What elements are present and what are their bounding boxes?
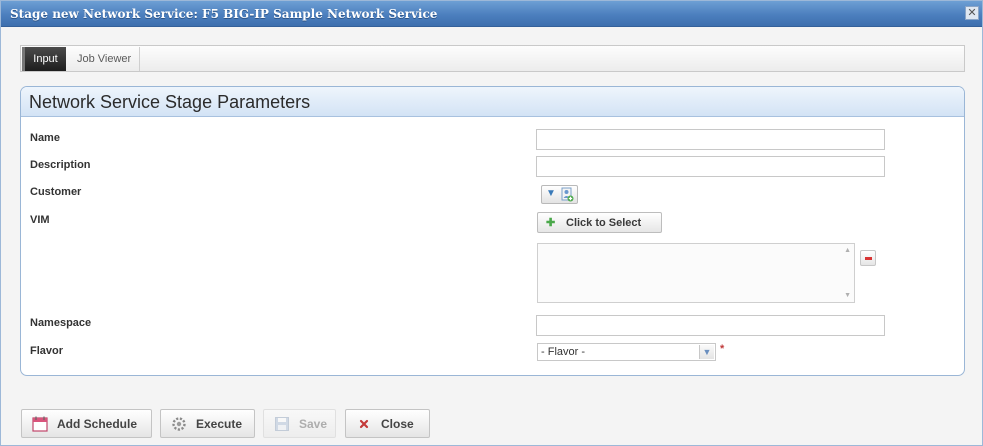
dialog-titlebar: Stage new Network Service: F5 BIG-IP Sam… [1, 1, 982, 27]
execute-label: Execute [196, 417, 243, 431]
close-label: Close [381, 417, 414, 431]
vim-select-label: Click to Select [566, 217, 642, 229]
add-schedule-button[interactable]: Add Schedule [21, 409, 152, 438]
name-input[interactable] [536, 129, 885, 150]
calendar-icon [32, 416, 48, 432]
tab-bar: Input Job Viewer [20, 45, 965, 72]
name-label: Name [30, 132, 60, 144]
dialog-close-icon[interactable]: ✕ [965, 6, 979, 20]
x-icon [359, 419, 369, 429]
disk-icon [275, 417, 289, 431]
gear-icon [172, 417, 186, 431]
description-label: Description [30, 159, 91, 171]
chevron-down-icon[interactable]: ▼ [699, 345, 714, 359]
vim-select-button[interactable]: ✚ Click to Select [537, 212, 662, 233]
flavor-label: Flavor [30, 345, 64, 357]
person-add-icon [561, 187, 574, 202]
stage-dialog: Stage new Network Service: F5 BIG-IP Sam… [0, 0, 983, 446]
customer-label: Customer [30, 186, 82, 198]
scroll-up-icon[interactable]: ▲ [844, 247, 851, 254]
required-marker: * [720, 343, 725, 355]
add-schedule-label: Add Schedule [57, 417, 138, 431]
panel-header: Network Service Stage Parameters [21, 87, 964, 117]
customer-picker-button[interactable]: ▼ [541, 185, 578, 204]
namespace-input[interactable] [536, 315, 885, 336]
tab-job-viewer[interactable]: Job Viewer [69, 47, 141, 71]
close-button[interactable]: Close [345, 409, 430, 438]
plus-icon: ✚ [546, 217, 556, 229]
namespace-label: Namespace [30, 317, 92, 329]
remove-vim-button[interactable] [860, 250, 876, 266]
tab-input[interactable]: Input [22, 47, 66, 71]
vim-selection-list[interactable]: ▲ ▼ [537, 243, 855, 303]
flavor-selected-value: - Flavor - [541, 346, 585, 358]
description-input[interactable] [536, 156, 885, 177]
minus-icon [865, 257, 872, 260]
flavor-select[interactable]: - Flavor - ▼ [537, 343, 716, 361]
stage-parameters-panel: Network Service Stage Parameters Name De… [20, 86, 965, 376]
save-label: Save [299, 417, 328, 431]
dialog-title: Stage new Network Service: F5 BIG-IP Sam… [10, 7, 438, 21]
panel-title: Network Service Stage Parameters [29, 92, 311, 112]
save-button[interactable]: Save [263, 409, 336, 438]
execute-button[interactable]: Execute [160, 409, 255, 438]
chevron-down-icon: ▼ [546, 188, 556, 199]
scroll-down-icon[interactable]: ▼ [844, 292, 851, 299]
vim-label: VIM [30, 214, 50, 226]
